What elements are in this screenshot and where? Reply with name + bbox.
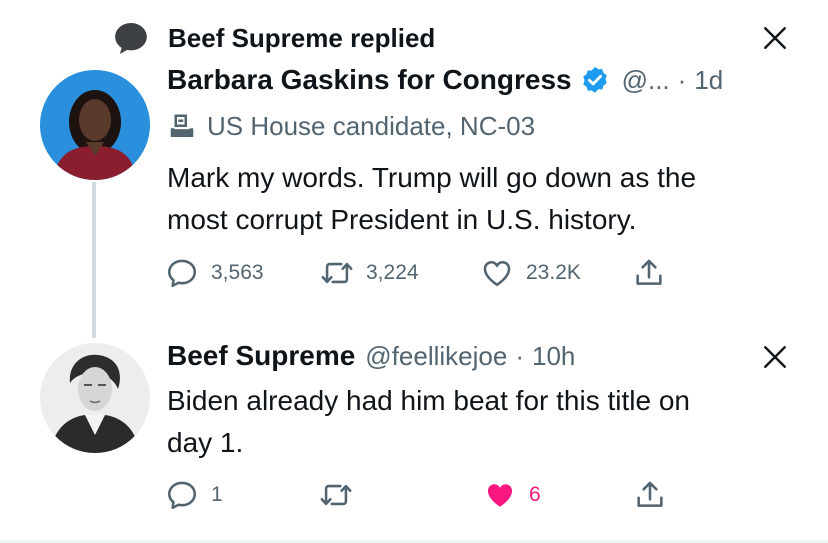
retweet-button[interactable]: 3,224	[320, 256, 480, 290]
dismiss-button[interactable]	[758, 21, 792, 55]
tweet-text-line: Biden already had him beat for this titl…	[167, 385, 690, 416]
retweet-icon	[321, 262, 353, 284]
retweet-count: 3,224	[366, 261, 419, 284]
display-name[interactable]: Beef Supreme	[167, 340, 355, 372]
timestamp[interactable]: 1d	[694, 65, 723, 96]
label-text: US House candidate, NC-03	[207, 111, 536, 141]
timestamp[interactable]: 10h	[532, 341, 575, 372]
close-icon	[764, 346, 786, 368]
tweet-header: Beef Supreme @feellikejoe · 10h	[167, 340, 575, 372]
reply-icon	[167, 481, 197, 510]
candidate-portrait	[40, 70, 150, 180]
heart-filled-icon	[487, 484, 513, 507]
social-context: Beef Supreme replied	[112, 18, 435, 58]
engraving-portrait	[40, 343, 150, 453]
account-label: US House candidate, NC-03	[167, 111, 535, 142]
avatar[interactable]	[40, 343, 150, 453]
tweet-text: Biden already had him beat for this titl…	[167, 380, 690, 464]
tweet-text-line: Mark my words. Trump will go down as the	[167, 162, 697, 193]
handle[interactable]: @feellikejoe	[365, 341, 507, 372]
like-count: 6	[529, 483, 541, 506]
reply-button[interactable]: 3,563	[165, 256, 320, 290]
retweet-icon	[320, 484, 352, 506]
tweet-text-line: day 1.	[167, 427, 244, 458]
share-button[interactable]	[633, 478, 667, 512]
tweet-text: Mark my words. Trump will go down as the…	[167, 157, 696, 241]
retweet-button[interactable]	[319, 478, 483, 512]
share-icon	[637, 481, 663, 507]
verified-badge-icon	[582, 66, 607, 93]
like-button[interactable]: 23.2K	[480, 256, 632, 290]
display-name[interactable]: Barbara Gaskins for Congress	[167, 64, 572, 96]
tweet-text-line: most corrupt President in U.S. history.	[167, 204, 637, 235]
share-icon	[636, 259, 662, 285]
action-bar: 3,563 3,224 23.2K	[165, 256, 666, 290]
reply-icon	[167, 259, 197, 288]
share-button[interactable]	[632, 256, 666, 290]
reply-button[interactable]: 1	[165, 478, 319, 512]
separator: ·	[515, 340, 524, 371]
tweet-header: Barbara Gaskins for Congress @... · 1d	[167, 64, 723, 96]
like-button[interactable]: 6	[483, 478, 633, 512]
like-count: 23.2K	[526, 261, 581, 284]
avatar[interactable]	[40, 70, 150, 180]
handle[interactable]: @...	[622, 65, 670, 96]
context-text: Beef Supreme replied	[168, 22, 436, 53]
close-icon	[764, 27, 786, 49]
heart-icon	[483, 260, 511, 287]
dismiss-button[interactable]	[758, 340, 792, 374]
reply-count: 1	[211, 483, 223, 506]
separator: ·	[677, 64, 687, 95]
ballot-box-icon	[170, 114, 194, 137]
thread-line	[92, 182, 96, 338]
comment-bubble-icon	[115, 22, 147, 54]
reply-count: 3,563	[211, 261, 264, 284]
action-bar: 1 6	[165, 478, 667, 512]
